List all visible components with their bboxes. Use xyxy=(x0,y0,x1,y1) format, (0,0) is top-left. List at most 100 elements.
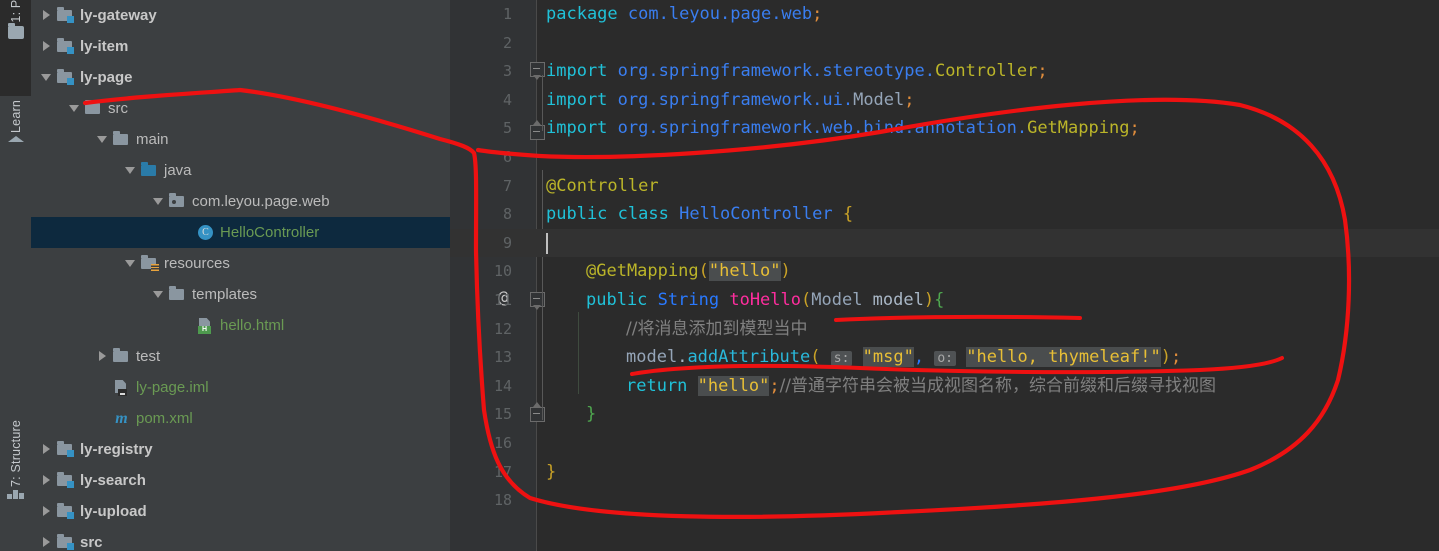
module-folder-icon xyxy=(57,69,74,85)
tree-item-label: ly-item xyxy=(80,38,129,55)
tree-item-label: src xyxy=(80,534,103,551)
method-call: addAttribute xyxy=(687,347,811,368)
dot: . xyxy=(677,347,688,368)
tree-item-label: ly-registry xyxy=(80,441,153,458)
tree-item-label: java xyxy=(164,162,192,179)
chevron-right-icon[interactable] xyxy=(41,41,52,52)
return-type: String xyxy=(657,289,720,310)
tree-item-src[interactable]: src xyxy=(31,93,450,124)
tree-item-ly-upload[interactable]: ly-upload xyxy=(31,496,450,527)
project-tree-panel[interactable]: ly-gateway ly-item ly-page src main java com.l… xyxy=(31,0,450,551)
open-paren: ( xyxy=(810,347,821,368)
tree-item-ly-search[interactable]: ly-search xyxy=(31,465,450,496)
chevron-down-icon[interactable] xyxy=(41,72,52,83)
import-package: org.springframework.web.bind.annotation. xyxy=(617,118,1028,139)
tree-item-label: ly-page xyxy=(80,69,133,86)
tree-item-hello-html[interactable]: Hhello.html xyxy=(31,310,450,341)
tree-item-ly-page-iml[interactable]: ly-page.iml xyxy=(31,372,450,403)
code-editor[interactable]: @ 1 package com.leyou.page.web; 2 3 impo… xyxy=(450,0,1439,551)
tree-item-label: templates xyxy=(192,286,258,303)
structure-icon xyxy=(7,490,24,500)
tool-button-project-label: 1: Pro xyxy=(8,0,23,23)
text-caret xyxy=(546,232,548,254)
tree-item-label: pom.xml xyxy=(136,410,193,427)
code-line: 2 xyxy=(450,29,1439,58)
keyword-import: import xyxy=(546,118,608,139)
chevron-right-icon[interactable] xyxy=(41,475,52,486)
import-class: Controller xyxy=(934,61,1038,82)
string-literal: "hello" xyxy=(697,375,770,396)
import-class: GetMapping xyxy=(1027,118,1130,139)
tree-item-src[interactable]: src xyxy=(31,527,450,551)
java-class-icon: C xyxy=(197,225,214,240)
source-folder-icon xyxy=(141,162,158,178)
param-type: Model xyxy=(811,289,863,310)
close-brace: } xyxy=(546,461,557,482)
module-folder-icon xyxy=(57,38,74,54)
annotation-getmapping: @GetMapping xyxy=(586,261,699,282)
code-line: 8 public class HelloController { xyxy=(450,200,1439,229)
module-folder-icon xyxy=(57,503,74,519)
chevron-down-icon[interactable] xyxy=(125,258,136,269)
open-brace: { xyxy=(842,204,854,225)
keyword-package: package xyxy=(546,4,618,24)
tool-button-learn[interactable]: Learn xyxy=(0,100,31,200)
tree-item-java[interactable]: java xyxy=(31,155,450,186)
semicolon: ; xyxy=(904,89,915,110)
line-number: 16 xyxy=(493,433,512,452)
method-name: toHello xyxy=(729,289,801,310)
chevron-right-icon[interactable] xyxy=(41,537,52,548)
package-icon xyxy=(169,193,186,209)
code-line: 18 xyxy=(450,486,1439,515)
no-chevron xyxy=(181,227,192,238)
chevron-right-icon[interactable] xyxy=(41,444,52,455)
tool-button-project[interactable]: 1: Pro xyxy=(0,0,31,96)
code-text: import org.springframework.ui.Model; xyxy=(546,86,915,115)
chevron-down-icon[interactable] xyxy=(125,165,136,176)
chevron-right-icon[interactable] xyxy=(41,506,52,517)
tool-button-learn-label: Learn xyxy=(8,100,23,133)
tree-item-templates[interactable]: templates xyxy=(31,279,450,310)
graduation-cap-icon xyxy=(7,135,24,142)
tree-item-label: ly-search xyxy=(80,472,146,489)
tree-item-pom-xml[interactable]: m pom.xml xyxy=(31,403,450,434)
code-line-current: 9 xyxy=(450,228,1439,258)
tree-item-ly-gateway[interactable]: ly-gateway xyxy=(31,0,450,31)
tool-button-structure[interactable]: 7: Structure xyxy=(0,420,31,550)
tree-item-label: com.leyou.page.web xyxy=(192,193,330,210)
chevron-down-icon[interactable] xyxy=(69,103,80,114)
tree-item-test[interactable]: test xyxy=(31,341,450,372)
code-text: import org.springframework.stereotype.Co… xyxy=(546,57,1048,86)
tree-item-ly-item[interactable]: ly-item xyxy=(31,31,450,62)
module-folder-icon xyxy=(57,534,74,550)
chevron-down-icon[interactable] xyxy=(153,196,164,207)
line-number: 3 xyxy=(502,62,512,81)
folder-icon xyxy=(85,100,102,116)
import-package: org.springframework.stereotype. xyxy=(617,61,935,82)
keyword-public: public xyxy=(546,204,608,225)
tree-item-main[interactable]: main xyxy=(31,124,450,155)
resources-folder-icon xyxy=(141,255,159,272)
chevron-right-icon[interactable] xyxy=(41,10,52,21)
tree-item-com-leyou-page-web[interactable]: com.leyou.page.web xyxy=(31,186,450,217)
code-line: 14 return "hello";//普通字符串会被当成视图名称，综合前缀和后… xyxy=(450,372,1439,401)
chevron-down-icon[interactable] xyxy=(153,289,164,300)
line-number: 14 xyxy=(493,376,512,395)
tree-item-ly-page[interactable]: ly-page xyxy=(31,62,450,93)
semicolon: ; xyxy=(1129,118,1140,139)
tree-item-hellocontroller[interactable]: C HelloController xyxy=(31,217,450,248)
chevron-right-icon[interactable] xyxy=(97,351,108,362)
line-number: 10 xyxy=(493,262,512,281)
ide-window: 1: Pro Learn 7: Structure ly-gateway ly-i… xyxy=(0,0,1439,551)
chevron-down-icon[interactable] xyxy=(97,134,108,145)
code-line: 3 import org.springframework.stereotype.… xyxy=(450,57,1439,86)
code-line: 1 package com.leyou.page.web; xyxy=(450,0,1439,29)
keyword-return: return xyxy=(626,375,688,396)
code-text: return "hello";//普通字符串会被当成视图名称，综合前缀和后缀寻找… xyxy=(626,372,1216,401)
tree-item-ly-registry[interactable]: ly-registry xyxy=(31,434,450,465)
html-file-icon: H xyxy=(197,318,214,334)
open-brace: { xyxy=(934,289,945,310)
tree-item-resources[interactable]: resources xyxy=(31,248,450,279)
tool-button-structure-label: 7: Structure xyxy=(8,420,23,488)
line-number: 4 xyxy=(502,90,512,109)
